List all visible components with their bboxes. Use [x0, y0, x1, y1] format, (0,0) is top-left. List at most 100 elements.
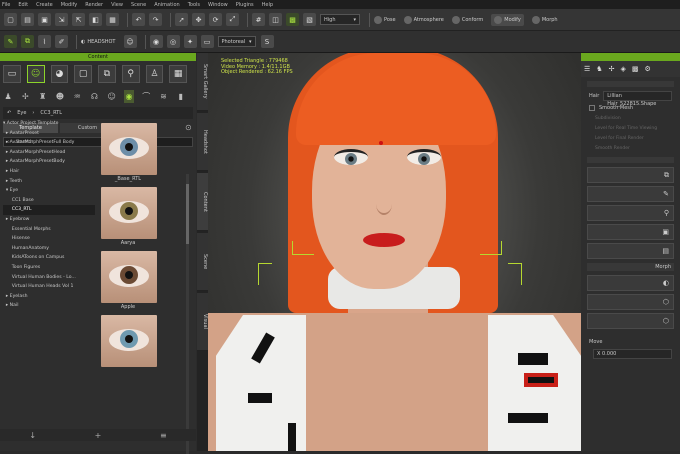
menu-item[interactable]: Scene: [131, 2, 146, 8]
scene-icon[interactable]: ▦: [169, 65, 187, 83]
menu-item[interactable]: Animation: [154, 2, 180, 8]
tree-item[interactable]: ▾ Actor Project Template: [3, 119, 95, 129]
back-icon[interactable]: ↶: [7, 110, 11, 116]
undo-icon[interactable]: ↶: [132, 13, 145, 26]
body-icon[interactable]: ♙: [145, 65, 164, 83]
tree-item[interactable]: ▸ Nail: [3, 301, 95, 311]
menu-icon[interactable]: ≡: [160, 431, 167, 440]
menu-item[interactable]: File: [2, 2, 10, 8]
skeleton-icon[interactable]: ✢: [20, 90, 30, 103]
tree-item[interactable]: ▸ Eyebrow: [3, 215, 95, 225]
tool-button[interactable]: ▣: [587, 224, 674, 240]
camera-icon[interactable]: ◧: [89, 13, 102, 26]
eyelash-icon[interactable]: ≋: [158, 90, 168, 103]
smooth-mesh-checkbox[interactable]: [589, 105, 595, 111]
edit-mesh-icon[interactable]: ✎: [4, 35, 17, 48]
tab-content[interactable]: Content: [197, 173, 208, 231]
headshot-button[interactable]: ◐ HEADSHOT: [81, 39, 116, 45]
eye-icon[interactable]: ◉: [123, 89, 135, 103]
thumbnail-item[interactable]: Aarya: [100, 187, 182, 247]
eyebrow-icon[interactable]: ⌒: [141, 90, 151, 103]
menu-item[interactable]: Help: [262, 2, 273, 8]
atmosphere-button[interactable]: Atmosphere: [403, 15, 444, 24]
tree-item[interactable]: Toon Figures: [3, 263, 95, 273]
tree-item[interactable]: ▸ AvatarMorphPresetBody: [3, 157, 95, 167]
checker-icon[interactable]: ▩: [632, 65, 639, 73]
prop-icon[interactable]: ▢: [74, 65, 92, 83]
move-x-input[interactable]: X 0.000: [593, 349, 672, 359]
tool-button[interactable]: ✎: [587, 186, 674, 202]
scrollbar[interactable]: [186, 174, 189, 454]
tool-button[interactable]: ⬡: [587, 313, 674, 329]
sliders-icon[interactable]: ☰: [584, 65, 590, 73]
move-icon[interactable]: ✥: [192, 13, 205, 26]
thumbnail-item[interactable]: Apple: [100, 251, 182, 311]
tree-item[interactable]: Virtual Human Heads Vol 1: [3, 282, 95, 292]
tree-item[interactable]: ▸ Hair: [3, 167, 95, 177]
menu-item[interactable]: Create: [36, 2, 53, 8]
face-icon[interactable]: ☺: [123, 35, 137, 48]
hair-select[interactable]: Lillian Hair_522815.Shape: [603, 91, 672, 107]
tree-item[interactable]: ▸ AvatarMorphPresetHead: [3, 148, 95, 158]
scene-node-icon[interactable]: ⧉: [21, 35, 34, 48]
tree-item[interactable]: ▸ AvatarPreset: [3, 129, 95, 139]
rotate-icon[interactable]: ⟳: [209, 13, 222, 26]
tool-button[interactable]: ◐: [587, 275, 674, 291]
quality-select[interactable]: High ▾: [320, 14, 360, 25]
tree-item[interactable]: HumanAnatomy: [3, 244, 95, 254]
menu-item[interactable]: Render: [85, 2, 103, 8]
frame-icon[interactable]: ▧: [303, 13, 316, 26]
tool-button[interactable]: ⬡: [587, 294, 674, 310]
add-icon[interactable]: +: [95, 431, 102, 440]
scale-icon[interactable]: ⤢: [226, 13, 239, 26]
character-icon[interactable]: ♟: [3, 90, 13, 103]
skeleton-icon[interactable]: ✢: [609, 65, 615, 73]
material-icon[interactable]: ◕: [50, 65, 69, 83]
render-mode-select[interactable]: Photoreal ▾: [217, 36, 256, 47]
morph-button[interactable]: Morph: [531, 15, 558, 24]
image-icon[interactable]: ▦: [106, 13, 119, 26]
texture-icon[interactable]: ◉: [149, 35, 163, 48]
motion-icon[interactable]: ⚲: [121, 65, 140, 83]
thumbnail-item[interactable]: [100, 315, 182, 375]
tree-item[interactable]: ▸ Teeth: [3, 177, 95, 187]
thumbnail-item[interactable]: _Base_RTL: [100, 123, 182, 183]
select-icon[interactable]: ➚: [175, 13, 188, 26]
accessory-icon[interactable]: ⧉: [98, 65, 116, 83]
tool-button[interactable]: ⚲: [587, 205, 674, 221]
menu-item[interactable]: Plugins: [236, 2, 254, 8]
save-icon[interactable]: ▣: [38, 13, 51, 26]
tab-headshot[interactable]: Headshot: [197, 113, 208, 171]
project-icon[interactable]: ▭: [3, 65, 21, 83]
modify-button[interactable]: Modify: [491, 13, 524, 26]
grid-icon[interactable]: #: [252, 13, 265, 26]
teeth-icon[interactable]: ☊: [89, 90, 99, 103]
pose-button[interactable]: Pose: [374, 15, 396, 24]
nail-icon[interactable]: ▮: [176, 90, 186, 103]
tree-item[interactable]: CC1 Base: [3, 196, 95, 206]
avatar-icon[interactable]: ☺: [26, 65, 45, 83]
menu-item[interactable]: View: [111, 2, 123, 8]
physics-icon[interactable]: ⚙: [644, 65, 650, 73]
menu-item[interactable]: Edit: [18, 2, 28, 8]
substance-icon[interactable]: S: [260, 35, 274, 48]
export-icon[interactable]: ⇱: [72, 13, 85, 26]
arrow-down-icon[interactable]: ↓: [29, 431, 36, 440]
tree-item[interactable]: ▾ Eye: [3, 186, 95, 196]
breadcrumb-item[interactable]: CC3_RTL: [40, 110, 62, 116]
smart-view-icon[interactable]: ▩: [286, 13, 299, 26]
conform-button[interactable]: Conform: [451, 15, 483, 24]
motion-icon[interactable]: ♞: [596, 65, 602, 73]
morph-icon[interactable]: ♜: [38, 90, 48, 103]
pen-icon[interactable]: ✐: [55, 35, 68, 48]
redo-icon[interactable]: ↷: [149, 13, 162, 26]
tab-smart-gallery[interactable]: Smart Gallery: [197, 53, 208, 111]
view-icon[interactable]: ◫: [269, 13, 282, 26]
tree-item[interactable]: KidsAToons on Campus: [3, 253, 95, 263]
tree-item[interactable]: ▸ Eyelash: [3, 292, 95, 302]
material-icon[interactable]: ◈: [620, 65, 625, 73]
tool-button[interactable]: ⧉: [587, 167, 674, 183]
tree-item[interactable]: CC3_RTL: [3, 205, 95, 215]
import-icon[interactable]: ⇲: [55, 13, 68, 26]
target-icon[interactable]: ◎: [166, 35, 180, 48]
